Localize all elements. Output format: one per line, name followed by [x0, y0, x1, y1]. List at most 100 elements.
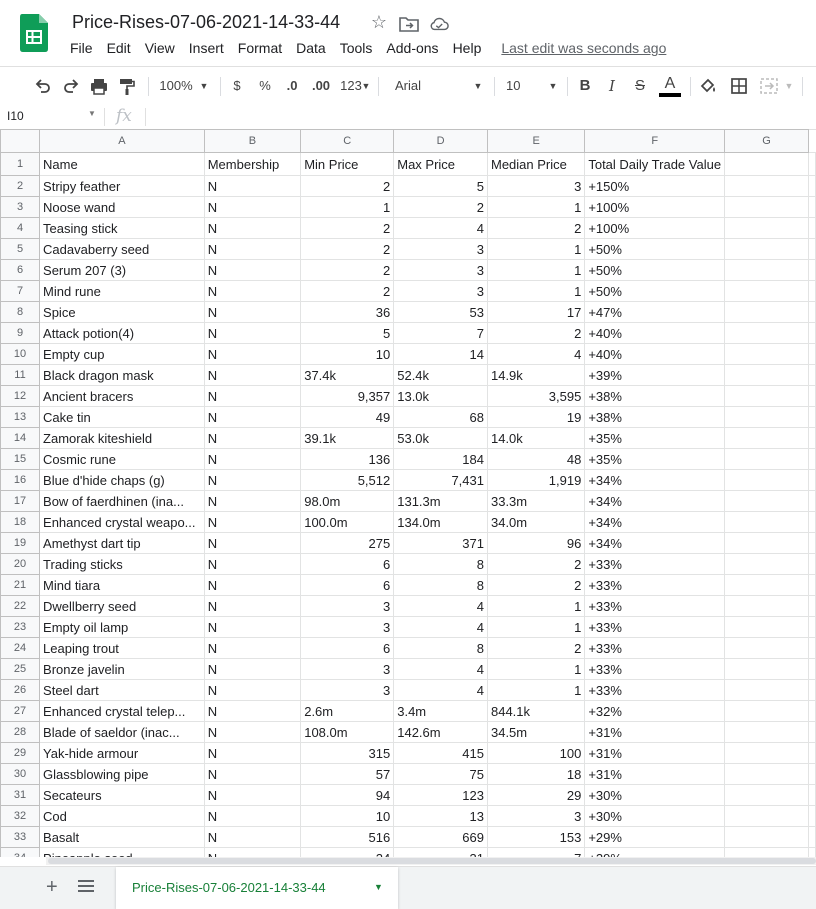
cell[interactable] — [808, 490, 816, 512]
cell[interactable]: 4 — [393, 217, 488, 239]
cell[interactable]: 24 — [300, 847, 395, 857]
column-header[interactable]: G — [724, 129, 809, 153]
row-header[interactable]: 16 — [0, 469, 41, 491]
cell[interactable]: 94 — [300, 784, 395, 806]
cell[interactable]: +34% — [584, 490, 726, 512]
cell[interactable]: N — [203, 427, 302, 449]
row-header[interactable]: 27 — [0, 700, 41, 722]
cell[interactable]: 3 — [300, 679, 395, 701]
cell[interactable]: N — [203, 343, 302, 365]
cell[interactable]: Steel dart — [39, 679, 205, 701]
cell[interactable]: 14 — [393, 343, 488, 365]
cell[interactable] — [724, 763, 809, 785]
cell[interactable]: N — [203, 805, 302, 827]
cell[interactable] — [724, 322, 809, 344]
sheets-logo-icon[interactable] — [20, 14, 48, 52]
cell[interactable] — [808, 658, 816, 680]
cell[interactable]: 5 — [393, 175, 488, 197]
cell[interactable]: 2 — [393, 196, 488, 218]
cell[interactable]: 2 — [300, 259, 395, 281]
cell[interactable]: 4 — [393, 679, 488, 701]
cell[interactable]: 31 — [393, 847, 488, 857]
cell[interactable]: 2 — [486, 322, 586, 344]
borders-icon[interactable] — [729, 75, 749, 97]
row-header[interactable]: 6 — [0, 259, 41, 281]
spreadsheet-grid[interactable]: A B C D E F G 1 Name Membership Min Price Ma… — [0, 129, 816, 857]
cell[interactable]: Max Price — [393, 152, 488, 176]
cell[interactable] — [724, 742, 809, 764]
cell[interactable]: 3 — [300, 595, 395, 617]
cell[interactable] — [724, 700, 809, 722]
cell[interactable]: 1 — [486, 616, 586, 638]
cell[interactable]: Empty cup — [39, 343, 205, 365]
cell[interactable]: N — [203, 721, 302, 743]
cell[interactable]: Mind tiara — [39, 574, 205, 596]
row-header[interactable]: 26 — [0, 679, 41, 701]
cell[interactable]: +35% — [584, 427, 726, 449]
cell[interactable] — [724, 238, 809, 260]
cell[interactable]: 131.3m — [393, 490, 488, 512]
cell[interactable]: Ancient bracers — [39, 385, 205, 407]
merge-caret-icon[interactable]: ▼ — [783, 75, 795, 97]
print-icon[interactable] — [89, 75, 109, 97]
cell[interactable] — [724, 679, 809, 701]
currency-format-button[interactable]: $ — [228, 75, 246, 97]
column-header[interactable]: D — [393, 129, 488, 153]
cell[interactable] — [724, 175, 809, 197]
name-box[interactable]: I10 — [7, 109, 97, 123]
cell[interactable]: +33% — [584, 595, 726, 617]
menu-insert[interactable]: Insert — [189, 39, 231, 59]
cell[interactable]: 100 — [486, 742, 586, 764]
row-header[interactable]: 9 — [0, 322, 41, 344]
cell[interactable]: +31% — [584, 763, 726, 785]
row-header[interactable]: 2 — [0, 175, 41, 197]
row-header[interactable]: 31 — [0, 784, 41, 806]
cell[interactable]: N — [203, 847, 302, 857]
cell[interactable] — [724, 637, 809, 659]
cell[interactable]: 5 — [300, 322, 395, 344]
cell[interactable]: 39.1k — [300, 427, 395, 449]
cell[interactable] — [808, 847, 816, 857]
row-header[interactable]: 28 — [0, 721, 41, 743]
cell[interactable]: +40% — [584, 343, 726, 365]
menu-edit[interactable]: Edit — [107, 39, 138, 59]
cloud-status-icon[interactable] — [429, 14, 449, 34]
select-all-corner[interactable] — [0, 129, 41, 153]
cell[interactable]: 8 — [393, 574, 488, 596]
row-header[interactable]: 23 — [0, 616, 41, 638]
cell[interactable]: 7 — [486, 847, 586, 857]
row-header[interactable]: 4 — [0, 217, 41, 239]
cell[interactable]: Spice — [39, 301, 205, 323]
row-header[interactable]: 33 — [0, 826, 41, 848]
all-sheets-list-icon[interactable] — [78, 879, 94, 893]
cell[interactable]: N — [203, 196, 302, 218]
cell[interactable]: +33% — [584, 553, 726, 575]
cell[interactable] — [808, 196, 816, 218]
menu-format[interactable]: Format — [238, 39, 289, 59]
cell-table[interactable]: A B C D E F G 1 Name Membership Min Price Ma… — [0, 129, 816, 857]
cell[interactable] — [808, 553, 816, 575]
cell[interactable]: +33% — [584, 658, 726, 680]
cell[interactable]: +33% — [584, 679, 726, 701]
column-header[interactable]: B — [203, 129, 302, 153]
cell[interactable]: +50% — [584, 280, 726, 302]
cell[interactable]: +34% — [584, 469, 726, 491]
cell[interactable]: N — [203, 784, 302, 806]
cell[interactable]: 75 — [393, 763, 488, 785]
row-header[interactable]: 24 — [0, 637, 41, 659]
cell[interactable] — [724, 280, 809, 302]
cell[interactable] — [808, 805, 816, 827]
cell[interactable]: N — [203, 532, 302, 554]
sheet-tab-menu-caret-icon[interactable]: ▼ — [374, 882, 383, 892]
cell[interactable]: 53 — [393, 301, 488, 323]
cell[interactable]: 2 — [486, 574, 586, 596]
menu-help[interactable]: Help — [453, 39, 489, 59]
cell[interactable]: 1 — [486, 595, 586, 617]
cell[interactable] — [724, 364, 809, 386]
cell[interactable] — [724, 574, 809, 596]
cell[interactable]: Min Price — [300, 152, 395, 176]
cell[interactable]: 57 — [300, 763, 395, 785]
star-icon[interactable]: ☆ — [369, 12, 389, 32]
cell[interactable] — [808, 532, 816, 554]
redo-icon[interactable] — [61, 75, 81, 97]
